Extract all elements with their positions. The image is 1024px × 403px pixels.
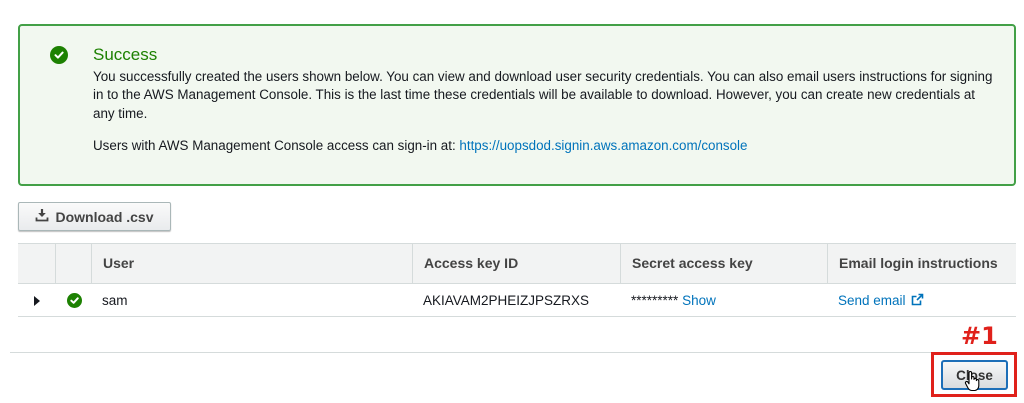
secret-access-key-cell: ********* Show <box>620 284 716 317</box>
download-csv-label: Download .csv <box>55 208 154 225</box>
external-link-icon <box>909 293 924 308</box>
users-table: User Access key ID Secret access key Ema… <box>18 243 1016 317</box>
show-secret-link[interactable]: Show <box>682 293 716 308</box>
column-header-user[interactable]: User <box>91 244 413 283</box>
email-login-cell: Send email <box>827 284 924 317</box>
status-column-header <box>55 244 91 283</box>
step-annotation-label: #1 <box>961 322 998 350</box>
table-header: User Access key ID Secret access key Ema… <box>18 244 1016 284</box>
access-key-id-cell: AKIAVAM2PHEIZJPSZRXS <box>423 293 590 308</box>
alert-message: You successfully created the users shown… <box>93 69 993 121</box>
secret-masked-value: ********* <box>631 293 679 308</box>
table-row: sam AKIAVAM2PHEIZJPSZRXS ********* Show … <box>18 284 1016 317</box>
check-circle-icon <box>67 293 82 308</box>
column-header-email-login[interactable]: Email login instructions <box>827 244 1016 283</box>
download-icon <box>35 208 49 225</box>
success-alert: Success You successfully created the use… <box>18 24 1016 186</box>
check-circle-icon <box>50 46 68 64</box>
signin-line: Users with AWS Management Console access… <box>93 137 998 155</box>
hand-cursor-icon <box>964 370 982 397</box>
signin-url-link[interactable]: https://uopsdod.signin.aws.amazon.com/co… <box>459 138 747 153</box>
expand-row-caret-icon[interactable] <box>34 296 40 306</box>
user-cell: sam <box>102 293 128 308</box>
send-email-link[interactable]: Send email <box>838 293 906 308</box>
signin-prefix: Users with AWS Management Console access… <box>93 138 460 153</box>
column-header-secret-access-key[interactable]: Secret access key <box>620 244 827 283</box>
alert-title: Success <box>93 45 158 64</box>
footer-divider <box>10 352 1016 353</box>
expand-column-header <box>18 244 55 283</box>
download-csv-button[interactable]: Download .csv <box>18 202 171 231</box>
column-header-access-key-id[interactable]: Access key ID <box>412 244 621 283</box>
